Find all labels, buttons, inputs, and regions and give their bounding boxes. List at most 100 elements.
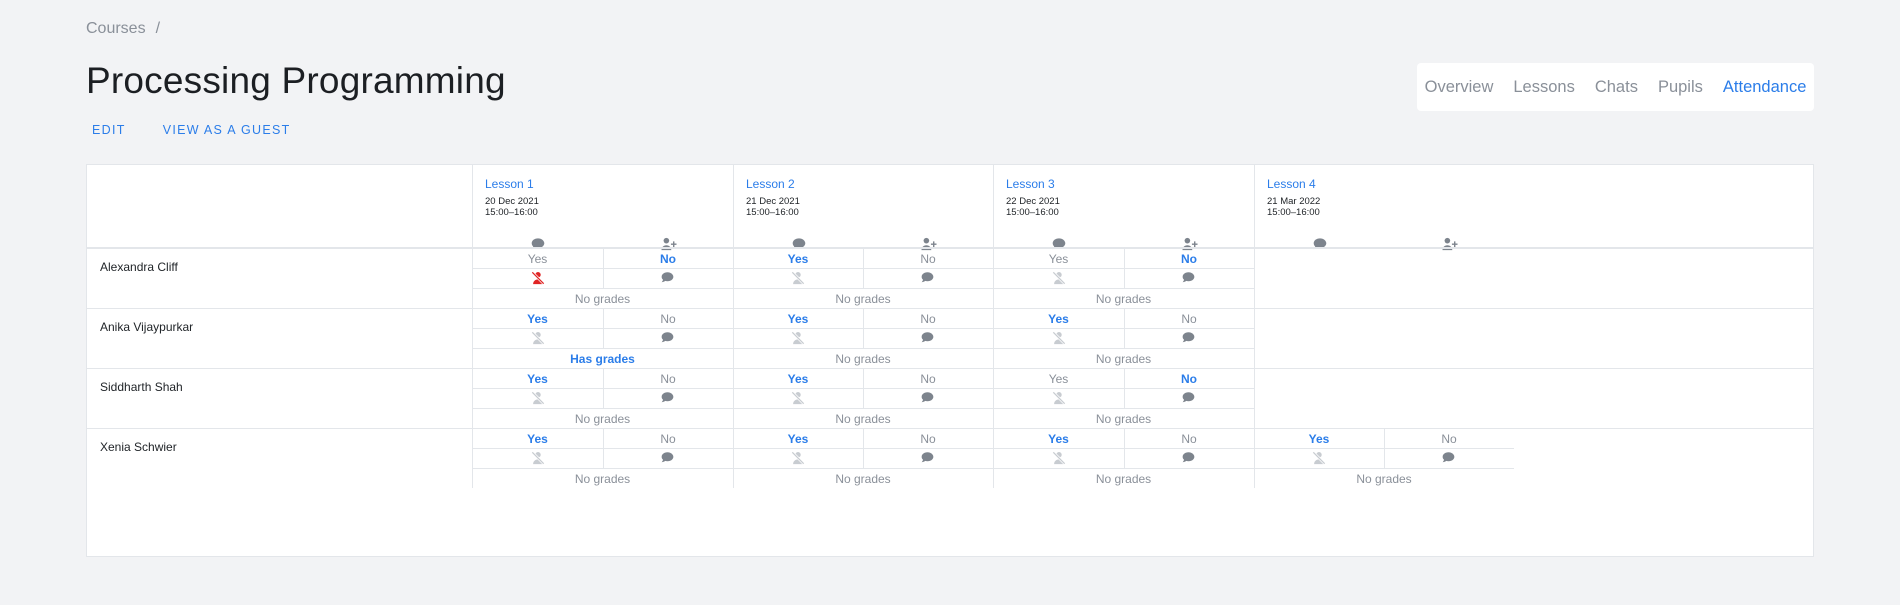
attendance-yes[interactable]: Yes [993,372,1124,386]
cell-divider [1254,468,1514,469]
lesson-date: 20 Dec 2021 [485,196,539,207]
comment-icon[interactable] [661,451,674,464]
cell-divider [472,348,733,349]
lesson-name-link[interactable]: Lesson 4 [1267,177,1316,191]
grades-status[interactable]: Has grades [472,352,733,366]
attendance-no[interactable]: No [1124,252,1254,266]
grades-status: No grades [835,292,891,306]
attendance-yes[interactable]: Yes [993,312,1124,326]
attendance-no[interactable]: No [603,372,733,386]
student-name: Siddharth Shah [100,380,183,394]
user-slash-icon[interactable] [530,451,545,465]
grades-status: No grades [1356,472,1412,486]
tab-pupils[interactable]: Pupils [1658,78,1703,97]
cell-divider [733,288,993,289]
user-slash-icon[interactable] [791,331,805,345]
column-divider [1254,308,1255,368]
attendance-no[interactable]: No [863,312,993,326]
attendance-table: Lesson 1 20 Dec 2021 15:00–16:00 Lesson 2 21… [86,164,1814,557]
comment-icon[interactable] [1442,451,1455,464]
user-slash-icon[interactable] [791,271,805,285]
attendance-yes[interactable]: Yes [472,432,603,446]
lesson-name-link[interactable]: Lesson 2 [746,177,795,191]
attendance-yes[interactable]: Yes [472,252,603,266]
comment-icon[interactable] [1182,271,1195,284]
comment-icon[interactable] [921,391,934,404]
attendance-yes[interactable]: Yes [733,432,863,446]
edit-button[interactable]: EDIT [92,123,126,137]
lesson-time: 15:00–16:00 [1267,207,1320,218]
attendance-yes[interactable]: Yes [733,312,863,326]
user-slash-icon[interactable] [1312,451,1326,465]
tab-attendance[interactable]: Attendance [1723,78,1806,97]
lesson-name-link[interactable]: Lesson 1 [485,177,534,191]
user-slash-icon[interactable] [530,391,545,405]
cell-divider [993,408,1254,409]
page-title: Processing Programming [86,60,506,101]
user-slash-icon[interactable] [791,391,805,405]
attendance-no[interactable]: No [1384,432,1514,446]
attendance-yes[interactable]: Yes [993,252,1124,266]
tab-lessons[interactable]: Lessons [1513,78,1574,97]
comment-icon[interactable] [921,331,934,344]
attendance-yes[interactable]: Yes [472,372,603,386]
attendance-no[interactable]: No [603,252,733,266]
tab-overview[interactable]: Overview [1425,78,1494,97]
student-name: Xenia Schwier [100,440,177,454]
attendance-no[interactable]: No [863,432,993,446]
cell-divider [733,348,993,349]
comment-icon[interactable] [661,331,674,344]
row-divider [87,368,1813,369]
comment-icon[interactable] [921,451,934,464]
column-divider [1254,368,1255,428]
attendance-yes[interactable]: Yes [1254,432,1384,446]
comment-icon[interactable] [1182,391,1195,404]
user-slash-icon[interactable] [530,331,545,345]
user-slash-icon[interactable] [1051,271,1066,285]
student-name: Alexandra Cliff [100,260,178,274]
grades-status: No grades [574,292,631,306]
attendance-no[interactable]: No [603,312,733,326]
student-name: Anika Vijaypurkar [100,320,194,334]
lesson-header: Lesson 3 22 Dec 2021 15:00–16:00 [993,165,1255,251]
attendance-no[interactable]: No [1124,432,1254,446]
attendance-no[interactable]: No [1124,372,1254,386]
attendance-no[interactable]: No [603,432,733,446]
view-as-guest-button[interactable]: VIEW AS A GUEST [163,123,291,137]
breadcrumb-courses-link[interactable]: Courses [86,20,146,37]
user-slash-icon[interactable] [791,451,805,465]
user-slash-icon[interactable] [1051,451,1066,465]
user-slash-icon[interactable] [530,271,545,285]
lesson-time: 15:00–16:00 [485,207,538,218]
comment-icon[interactable] [661,271,674,284]
tab-chats[interactable]: Chats [1595,78,1638,97]
grades-status: No grades [574,472,631,486]
column-divider [1254,248,1255,308]
grades-status: No grades [1095,292,1152,306]
cell-divider [733,468,993,469]
lesson-date: 21 Mar 2022 [1267,196,1321,207]
user-slash-icon[interactable] [1051,391,1066,405]
attendance-yes[interactable]: Yes [733,372,863,386]
attendance-no[interactable]: No [1124,312,1254,326]
comment-icon[interactable] [1182,331,1195,344]
cell-divider [993,348,1254,349]
row-divider [87,308,1813,309]
breadcrumb-separator: / [155,20,161,37]
course-nav-tabs: Overview Lessons Chats Pupils Attendance [1417,63,1814,111]
lesson-name-link[interactable]: Lesson 3 [1006,177,1055,191]
attendance-yes[interactable]: Yes [993,432,1124,446]
attendance-no[interactable]: No [863,372,993,386]
cell-divider [472,468,733,469]
comment-icon[interactable] [921,271,934,284]
attendance-no[interactable]: No [863,252,993,266]
attendance-yes[interactable]: Yes [733,252,863,266]
comment-icon[interactable] [1182,451,1195,464]
comment-icon[interactable] [661,391,674,404]
user-slash-icon[interactable] [1051,331,1066,345]
cell-divider [472,288,733,289]
course-actions: EDIT VIEW AS A GUEST [92,123,291,137]
attendance-yes[interactable]: Yes [472,312,603,326]
lesson-header: Lesson 4 21 Mar 2022 15:00–16:00 [1254,165,1515,251]
cell-divider [993,468,1254,469]
